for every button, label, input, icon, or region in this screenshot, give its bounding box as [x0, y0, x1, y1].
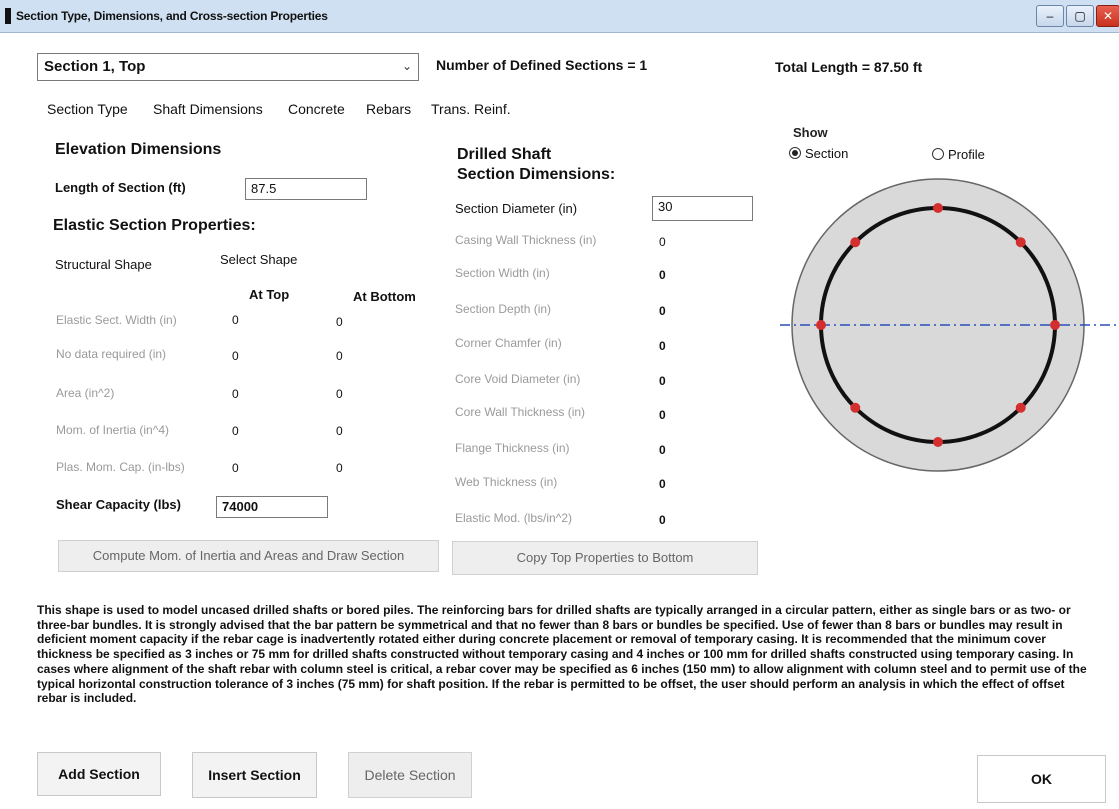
- drilled-row-value: 0: [659, 374, 666, 388]
- insert-section-button[interactable]: Insert Section: [192, 752, 317, 798]
- drilled-heading-line1: Drilled Shaft: [457, 146, 552, 163]
- delete-section-button[interactable]: Delete Section: [348, 752, 472, 798]
- tab-trans-reinf[interactable]: Trans. Reinf.: [431, 101, 511, 117]
- rebar-dot: [850, 237, 861, 248]
- elastic-row-bottom-value: 0: [336, 349, 343, 363]
- tab-rebars[interactable]: Rebars: [366, 101, 411, 117]
- tab-shaft-dimensions[interactable]: Shaft Dimensions: [153, 101, 263, 117]
- app-icon: [5, 8, 11, 24]
- at-top-header: At Top: [249, 287, 290, 302]
- drilled-row-label: Core Void Diameter (in): [455, 372, 581, 386]
- drilled-row-label: Section Depth (in): [455, 302, 552, 316]
- rebar-dot: [1050, 320, 1060, 330]
- maximize-button[interactable]: ▢: [1066, 5, 1094, 27]
- elastic-heading: Elastic Section Properties:: [53, 217, 256, 234]
- elastic-row-bottom-value: 0: [336, 424, 343, 438]
- copy-top-button[interactable]: Copy Top Properties to Bottom: [452, 541, 758, 575]
- add-section-button[interactable]: Add Section: [37, 752, 161, 796]
- elastic-row-top-value: 0: [232, 424, 239, 438]
- drilled-row-label: Elastic Mod. (lbs/in^2): [455, 511, 572, 525]
- drilled-heading-line2: Section Dimensions:: [457, 166, 616, 183]
- drilled-row-value: 0: [659, 477, 666, 491]
- drilled-row-value: 0: [659, 443, 666, 457]
- drilled-row-label: Core Wall Thickness (in): [455, 405, 586, 419]
- rebar-dot: [933, 203, 943, 213]
- drilled-row-label: Web Thickness (in): [455, 475, 558, 489]
- section-drawing: [780, 178, 1119, 472]
- chevron-down-icon: ⌄: [401, 59, 412, 73]
- drilled-row-label: Corner Chamfer (in): [455, 336, 562, 350]
- elastic-row-label: No data required (in): [56, 347, 167, 361]
- elastic-row-bottom-value: 0: [336, 461, 343, 475]
- drilled-row-value: 0: [659, 304, 666, 318]
- tab-section-type[interactable]: Section Type: [47, 101, 128, 117]
- drilled-row-value: 0: [659, 408, 666, 422]
- diameter-label: Section Diameter (in): [455, 201, 578, 216]
- select-shape-link[interactable]: Select Shape: [220, 252, 297, 267]
- structural-shape-label: Structural Shape: [55, 257, 152, 272]
- drilled-row-label: Casing Wall Thickness (in): [455, 233, 597, 247]
- num-sections-label: Number of Defined Sections = 1: [436, 57, 648, 73]
- drilled-row-label: Flange Thickness (in): [455, 441, 570, 455]
- at-bottom-header: At Bottom: [353, 289, 416, 304]
- elastic-row-top-value: 0: [232, 461, 239, 475]
- minimize-button[interactable]: –: [1036, 5, 1064, 27]
- tab-concrete[interactable]: Concrete: [288, 101, 345, 117]
- shear-capacity-label: Shear Capacity (lbs): [56, 497, 181, 512]
- drilled-row-value: 0: [659, 268, 666, 282]
- rebar-dot: [1015, 402, 1026, 413]
- length-label: Length of Section (ft): [55, 180, 186, 195]
- radio-profile-label: Profile: [948, 147, 985, 162]
- diameter-input[interactable]: 30: [652, 196, 753, 221]
- elevation-heading: Elevation Dimensions: [55, 141, 222, 158]
- elastic-row-top-value: 0: [232, 387, 239, 401]
- elastic-row-label: Plas. Mom. Cap. (in-lbs): [56, 460, 185, 474]
- drilled-row-value: 0: [659, 339, 666, 353]
- rebar-dot: [1015, 237, 1026, 248]
- shear-capacity-input[interactable]: 74000: [216, 496, 328, 518]
- elastic-row-top-value: 0: [232, 349, 239, 363]
- ok-button[interactable]: OK: [977, 755, 1106, 803]
- drilled-row-value: 0: [659, 235, 666, 249]
- radio-section[interactable]: Section: [789, 146, 848, 161]
- drilled-row-label: Section Width (in): [455, 266, 550, 280]
- rebar-dot: [933, 437, 943, 447]
- elastic-row-bottom-value: 0: [336, 387, 343, 401]
- rebar-dot: [850, 402, 861, 413]
- radio-profile[interactable]: Profile: [932, 147, 985, 162]
- drilled-row-value: 0: [659, 513, 666, 527]
- elastic-row-label: Mom. of Inertia (in^4): [56, 423, 169, 437]
- compute-button[interactable]: Compute Mom. of Inertia and Areas and Dr…: [58, 540, 439, 572]
- elastic-row-top-value: 0: [232, 313, 239, 327]
- rebar-dot: [816, 320, 826, 330]
- elastic-row-bottom-value: 0: [336, 315, 343, 329]
- total-length-label: Total Length = 87.50 ft: [775, 59, 923, 75]
- elastic-row-label: Elastic Sect. Width (in): [56, 313, 177, 327]
- radio-section-label: Section: [805, 146, 849, 161]
- length-input[interactable]: 87.5: [245, 178, 367, 200]
- section-dropdown-value: Section 1, Top: [44, 58, 146, 75]
- show-label: Show: [793, 125, 828, 140]
- close-button[interactable]: ✕: [1096, 5, 1119, 27]
- shape-description: This shape is used to model uncased dril…: [37, 603, 1087, 706]
- window-title: Section Type, Dimensions, and Cross-sect…: [16, 9, 328, 23]
- title-bar: Section Type, Dimensions, and Cross-sect…: [0, 0, 1119, 33]
- elastic-row-label: Area (in^2): [56, 386, 115, 400]
- radio-checked-icon: [789, 147, 801, 159]
- section-dropdown[interactable]: Section 1, Top ⌄: [37, 53, 419, 81]
- radio-unchecked-icon: [932, 148, 944, 160]
